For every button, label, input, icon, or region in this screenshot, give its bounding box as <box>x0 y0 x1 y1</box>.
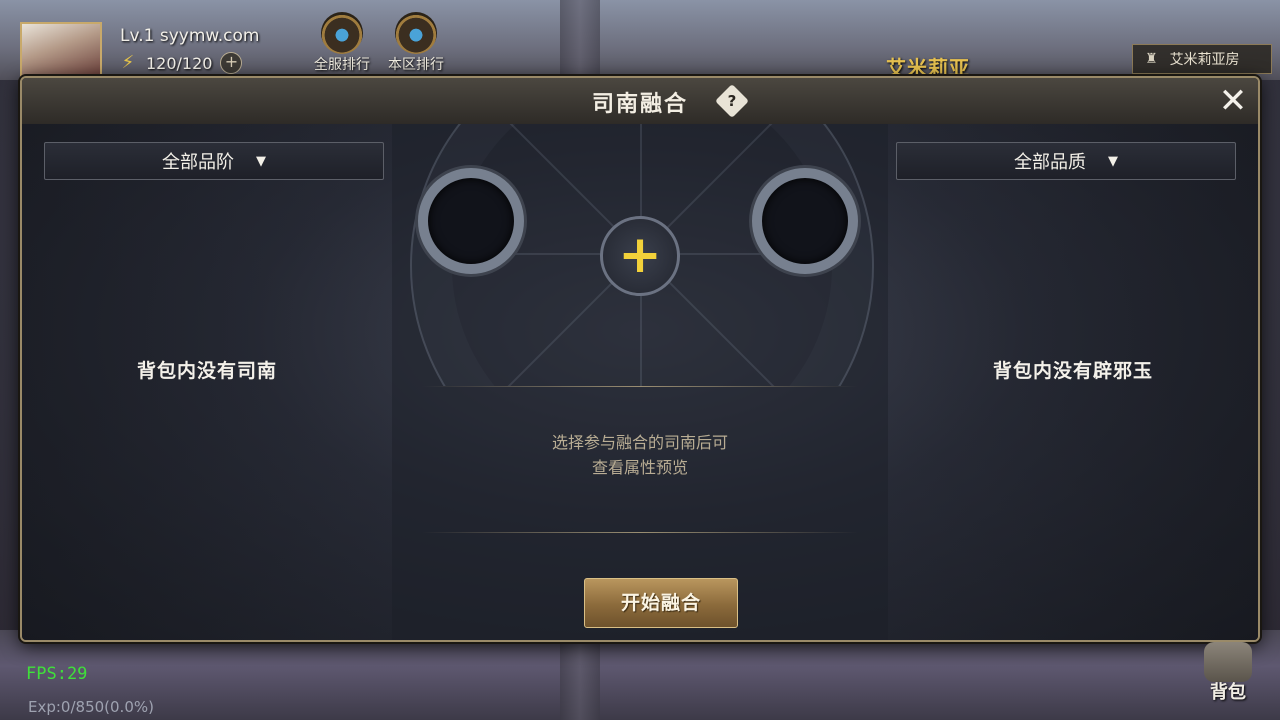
location-button[interactable]: ♜ 艾米莉亚房 <box>1132 44 1272 74</box>
dialog-title: 司南融合 <box>591 92 688 117</box>
bag-icon <box>1204 642 1252 682</box>
scene-bottom <box>0 630 1280 720</box>
bag-label: 背包 <box>1210 682 1246 703</box>
quality-filter-label: 全部品质 <box>1014 152 1086 173</box>
grade-filter-dropdown[interactable]: 全部品阶 ▼ <box>44 142 384 180</box>
server-ranking-button[interactable]: 全服排行 <box>308 12 376 74</box>
dialog-body: 全部品阶 ▼ 背包内没有司南 + 选择参与融合的司南后可 查看属性预览 开始融合… <box>22 124 1258 640</box>
bag-button[interactable]: 背包 <box>1196 642 1260 706</box>
region-ranking-label: 本区排行 <box>388 57 444 73</box>
add-energy-button[interactable]: + <box>220 52 243 74</box>
compass-empty-message: 背包内没有司南 <box>136 360 277 382</box>
castle-icon: ♜ <box>1145 51 1158 67</box>
add-material-slot[interactable]: + <box>600 216 680 296</box>
dialog-header: 司南融合 ? ✕ <box>22 78 1258 125</box>
fusion-center-panel: + 选择参与融合的司南后可 查看属性预览 开始融合 <box>392 124 888 640</box>
energy-value: 120/120 <box>146 53 213 73</box>
player-avatar[interactable] <box>20 22 102 78</box>
energy-bar: ⚡ 120/120 + <box>118 52 243 74</box>
experience-readout: Exp:0/850(0.0%) <box>28 698 154 716</box>
start-fusion-button[interactable]: 开始融合 <box>584 578 738 628</box>
ranking-emblem-icon <box>395 12 437 54</box>
divider <box>422 386 858 387</box>
chevron-down-icon: ▼ <box>1108 153 1118 169</box>
fusion-circle-area: + <box>392 124 888 386</box>
plus-icon: + <box>618 225 662 285</box>
jade-inventory-panel: 全部品质 ▼ 背包内没有辟邪玉 <box>888 124 1258 640</box>
chevron-down-icon: ▼ <box>256 153 266 169</box>
grade-filter-label: 全部品阶 <box>162 152 234 173</box>
fps-counter: FPS:29 <box>26 664 88 684</box>
lightning-icon: ⚡ <box>121 52 135 73</box>
divider <box>422 532 858 533</box>
player-level: Lv.1 syymw.com <box>120 26 260 46</box>
jade-empty-message: 背包内没有辟邪玉 <box>992 360 1153 382</box>
fusion-slot-right[interactable] <box>752 168 858 274</box>
compass-inventory-panel: 全部品阶 ▼ 背包内没有司南 <box>22 124 392 640</box>
fusion-slot-left[interactable] <box>418 168 524 274</box>
region-ranking-button[interactable]: 本区排行 <box>382 12 450 74</box>
help-icon[interactable]: ? <box>715 84 749 118</box>
ranking-emblem-icon <box>321 12 363 54</box>
fusion-dialog: 司南融合 ? ✕ 全部品阶 ▼ 背包内没有司南 + 选择参与融合的司南后可 查看… <box>20 76 1260 642</box>
server-ranking-label: 全服排行 <box>314 57 370 73</box>
location-label: 艾米莉亚房 <box>1169 52 1240 68</box>
attribute-preview-hint: 选择参与融合的司南后可 查看属性预览 <box>551 433 728 477</box>
quality-filter-dropdown[interactable]: 全部品质 ▼ <box>896 142 1236 180</box>
close-icon[interactable]: ✕ <box>1216 84 1250 118</box>
